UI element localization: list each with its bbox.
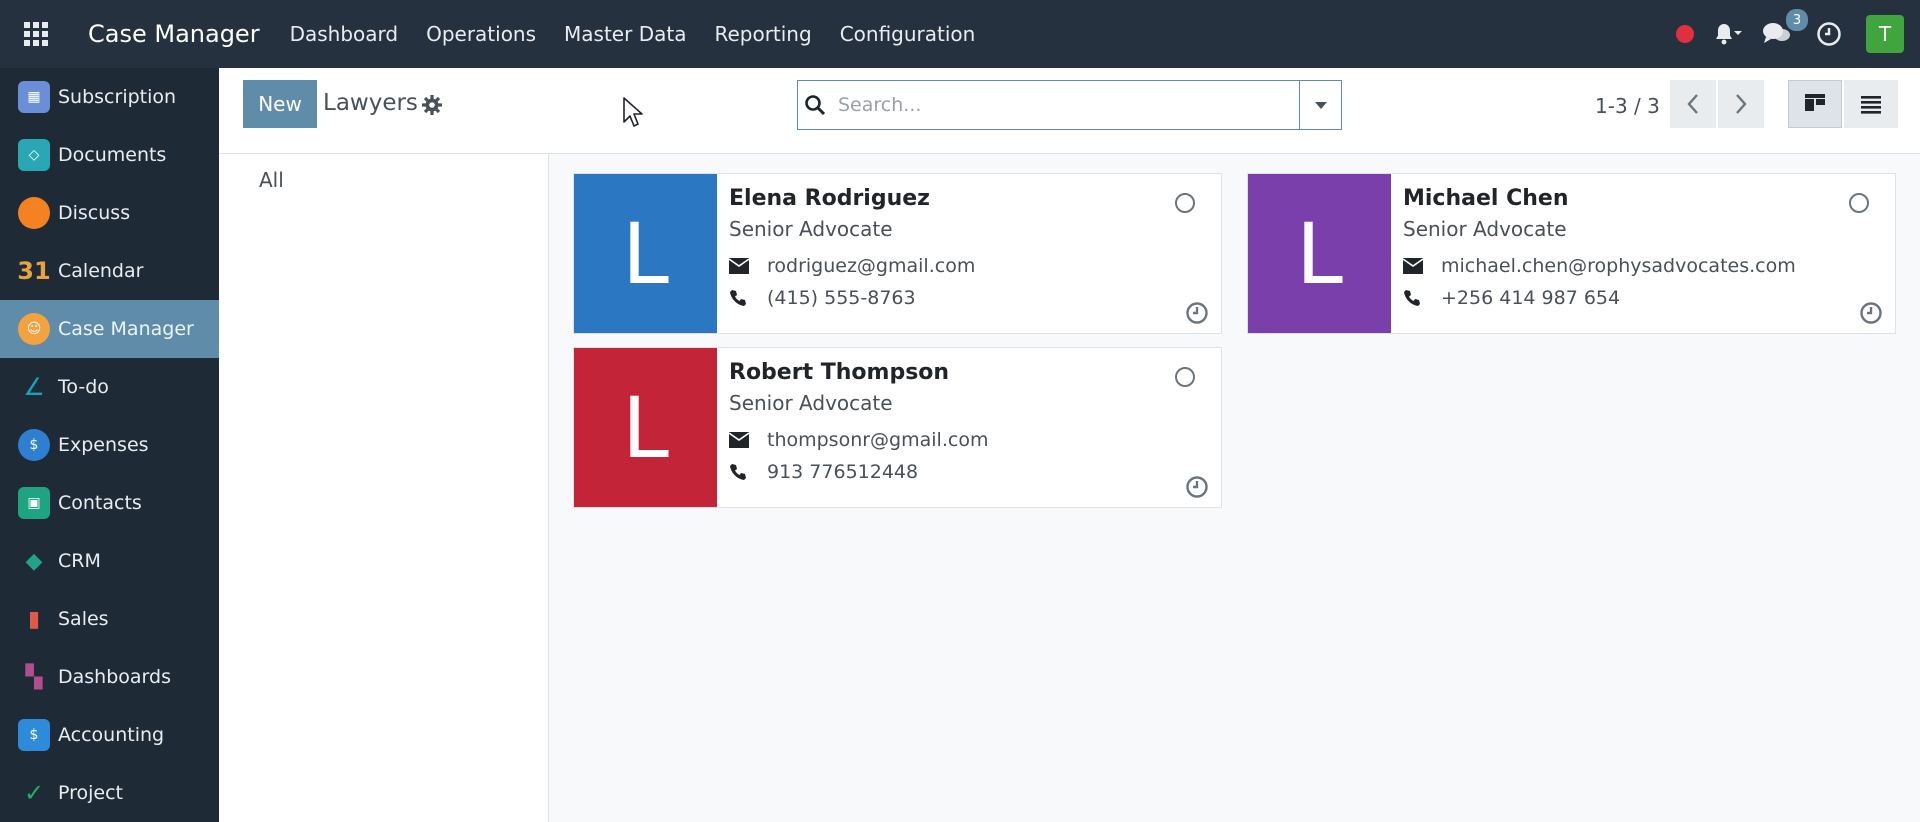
accounting-icon: $: [18, 719, 50, 751]
list-view-button[interactable]: [1844, 80, 1898, 128]
sidebar-item-subscription[interactable]: ▦ Subscription: [0, 68, 219, 126]
card-email: michael.chen@rophysadvocates.com: [1441, 255, 1796, 277]
card-role: Senior Advocate: [1403, 217, 1567, 241]
search-input[interactable]: [832, 81, 1299, 129]
card-phone: 913 776512448: [767, 461, 919, 483]
expenses-icon: $: [18, 429, 50, 461]
activity-clock-icon[interactable]: [1185, 475, 1209, 499]
recording-indicator-icon[interactable]: [1676, 25, 1694, 43]
contacts-icon: ▣: [18, 487, 50, 519]
card-name: Robert Thompson: [729, 360, 950, 385]
phone-icon: [729, 463, 751, 481]
mouse-cursor-icon: [622, 96, 644, 128]
sidebar-item-contacts[interactable]: ▣ Contacts: [0, 474, 219, 532]
envelope-icon: [729, 257, 751, 275]
menu-configuration[interactable]: Configuration: [826, 0, 990, 68]
crm-icon: ◆: [25, 548, 43, 574]
card-name: Elena Rodriguez: [729, 186, 930, 211]
sidebar-item-calendar[interactable]: 31 Calendar: [0, 242, 219, 300]
pager-value[interactable]: 1-3 / 3: [1595, 94, 1660, 118]
sidebar-item-project[interactable]: ✓ Project: [0, 764, 219, 822]
menu-operations[interactable]: Operations: [412, 0, 550, 68]
kanban-card-elena-rodriguez[interactable]: L Elena Rodriguez Senior Advocate rodrig…: [573, 173, 1222, 334]
card-phone: +256 414 987 654: [1441, 287, 1621, 309]
kanban-view-icon: [1805, 94, 1825, 111]
calendar-icon: 31: [17, 257, 51, 285]
card-name: Michael Chen: [1403, 186, 1569, 211]
card-role: Senior Advocate: [729, 391, 893, 415]
case-manager-icon: ☺: [18, 313, 50, 345]
activity-clock-icon[interactable]: [1816, 21, 1842, 47]
pager-previous-button[interactable]: [1670, 80, 1716, 128]
top-navbar: Case Manager Dashboard Operations Master…: [0, 0, 1920, 68]
card-phone: (415) 555-8763: [767, 287, 916, 309]
systray: 3 T: [1676, 0, 1920, 68]
gear-icon[interactable]: [421, 94, 443, 116]
envelope-icon: [729, 431, 751, 449]
phone-icon: [729, 289, 751, 307]
pager-next-button[interactable]: [1718, 80, 1764, 128]
sales-icon: ▮: [27, 606, 41, 632]
phone-icon: [1403, 289, 1425, 307]
sidebar-item-sales[interactable]: ▮ Sales: [0, 590, 219, 648]
filter-all[interactable]: All: [259, 168, 284, 192]
apps-menu-icon[interactable]: [0, 0, 72, 68]
user-avatar[interactable]: T: [1866, 15, 1904, 53]
new-button[interactable]: New: [243, 80, 317, 128]
chevron-right-icon: [1736, 94, 1747, 114]
bell-icon[interactable]: [1714, 20, 1742, 48]
sidebar-item-dashboards[interactable]: ▚ Dashboards: [0, 648, 219, 706]
card-image: L: [574, 348, 717, 507]
app-title[interactable]: Case Manager: [88, 20, 260, 48]
priority-circle-icon[interactable]: [1175, 367, 1195, 387]
sidebar-item-case-manager[interactable]: ☺ Case Manager: [0, 300, 219, 358]
envelope-icon: [1403, 257, 1425, 275]
kanban-view-button[interactable]: [1788, 80, 1842, 128]
card-image: L: [574, 174, 717, 333]
activity-clock-icon[interactable]: [1859, 301, 1883, 325]
kanban-card-robert-thompson[interactable]: L Robert Thompson Senior Advocate thomps…: [573, 347, 1222, 508]
priority-circle-icon[interactable]: [1175, 193, 1195, 213]
dashboards-icon: ▚: [25, 664, 43, 690]
apps-sidebar: ▦ Subscription ◇ Documents Discuss 31 Calen…: [0, 68, 219, 822]
sidebar-item-accounting[interactable]: $ Accounting: [0, 706, 219, 764]
priority-circle-icon[interactable]: [1849, 193, 1869, 213]
page-title: Lawyers: [323, 90, 418, 116]
search-bar: [797, 80, 1342, 130]
search-icon: [798, 81, 832, 129]
todo-icon: ∠: [23, 373, 45, 401]
caret-down-icon: [1314, 102, 1327, 109]
card-image: L: [1248, 174, 1391, 333]
discuss-icon: [18, 197, 50, 229]
menu-dashboard[interactable]: Dashboard: [276, 0, 413, 68]
sidebar-item-todo[interactable]: ∠ To-do: [0, 358, 219, 416]
project-icon: ✓: [23, 779, 45, 807]
kanban-card-michael-chen[interactable]: L Michael Chen Senior Advocate michael.c…: [1247, 173, 1896, 334]
sidebar-item-documents[interactable]: ◇ Documents: [0, 126, 219, 184]
subscription-icon: ▦: [18, 81, 50, 113]
menu-master-data[interactable]: Master Data: [550, 0, 700, 68]
sidebar-item-discuss[interactable]: Discuss: [0, 184, 219, 242]
chat-count-badge: 3: [1786, 9, 1808, 31]
chevron-left-icon: [1687, 94, 1698, 114]
control-panel: New Lawyers 1-3 / 3: [219, 68, 1920, 154]
card-email: rodriguez@gmail.com: [767, 255, 976, 277]
search-options-toggle[interactable]: [1299, 81, 1341, 129]
chat-icon[interactable]: 3: [1762, 9, 1808, 49]
filter-side-panel: All: [219, 154, 549, 822]
card-email: thompsonr@gmail.com: [767, 429, 989, 451]
sidebar-item-expenses[interactable]: $ Expenses: [0, 416, 219, 474]
card-role: Senior Advocate: [729, 217, 893, 241]
documents-icon: ◇: [18, 139, 50, 171]
sidebar-item-crm[interactable]: ◆ CRM: [0, 532, 219, 590]
list-view-icon: [1861, 96, 1881, 114]
menu-reporting[interactable]: Reporting: [700, 0, 825, 68]
activity-clock-icon[interactable]: [1185, 301, 1209, 325]
